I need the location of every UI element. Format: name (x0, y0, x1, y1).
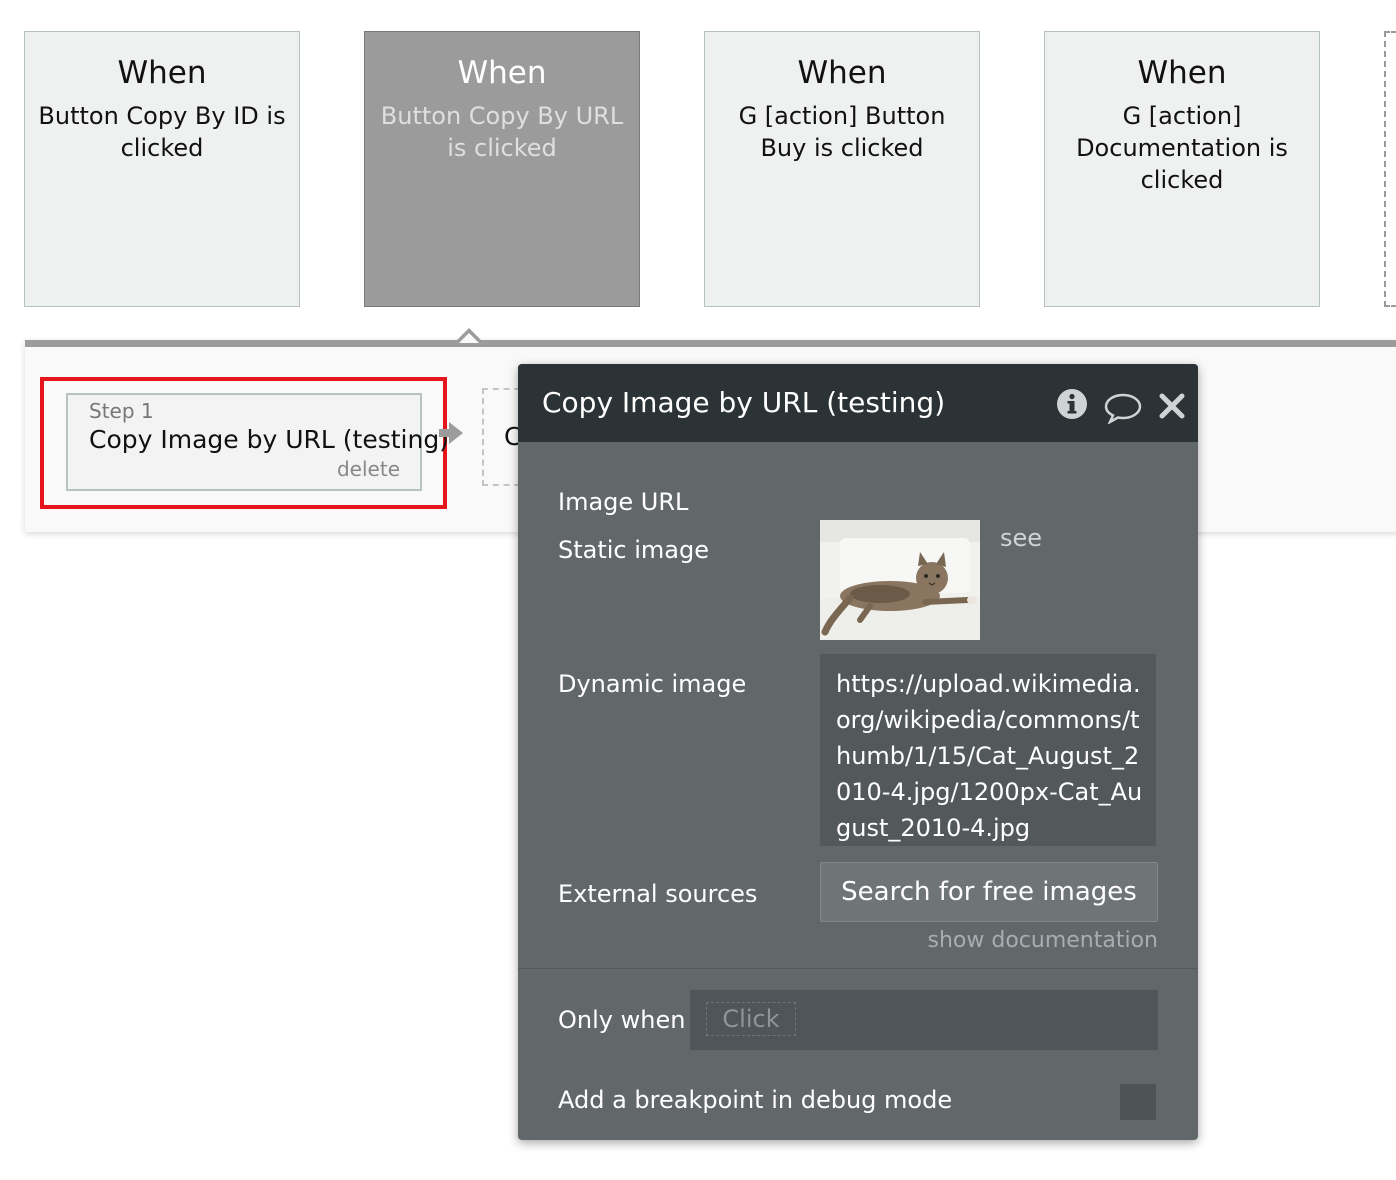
event-card-documentation[interactable]: When G [action] Documentation is clicked (1044, 31, 1320, 307)
add-event-placeholder[interactable] (1384, 31, 1396, 307)
workflow-step-1[interactable]: Step 1 Copy Image by URL (testing) delet… (66, 393, 449, 491)
comment-icon[interactable] (1104, 392, 1142, 424)
image-url-label: Image URL (558, 488, 689, 516)
info-icon[interactable] (1056, 388, 1088, 420)
step-delete-link[interactable]: delete (337, 457, 400, 481)
event-description: Button Copy By ID is clicked (38, 102, 286, 162)
only-when-placeholder[interactable]: Click (706, 1002, 796, 1036)
arrow-right-icon (439, 422, 463, 444)
only-when-label: Only when (558, 1006, 686, 1034)
external-sources-label: External sources (558, 880, 758, 908)
step-title: Copy Image by URL (testing) (89, 425, 449, 454)
event-card-button-buy[interactable]: When G [action] Button Buy is clicked (704, 31, 980, 307)
event-card-copy-by-url[interactable]: When Button Copy By URL is clicked (364, 31, 640, 307)
breakpoint-label: Add a breakpoint in debug mode (558, 1086, 953, 1114)
panel-header: Copy Image by URL (testing) (518, 364, 1198, 442)
action-property-panel: Copy Image by URL (testing) Image URL St… (518, 364, 1198, 1140)
event-when-label: When (457, 55, 547, 91)
static-image-label: Static image (558, 536, 710, 564)
dynamic-image-label: Dynamic image (558, 670, 747, 698)
event-card-copy-by-id[interactable]: When Button Copy By ID is clicked (24, 31, 300, 307)
step-number-label: Step 1 (89, 399, 154, 423)
close-icon[interactable] (1158, 392, 1186, 420)
panel-title: Copy Image by URL (testing) (542, 386, 946, 419)
show-documentation-link[interactable]: show documentation (928, 928, 1158, 953)
event-description: G [action] Documentation is clicked (1076, 102, 1288, 194)
panel-divider (518, 968, 1198, 969)
static-image-thumbnail[interactable] (820, 520, 980, 640)
dynamic-image-input[interactable]: https://upload.wikimedia.org/wikipedia/c… (820, 654, 1156, 846)
breakpoint-checkbox[interactable] (1120, 1084, 1156, 1120)
search-free-images-button[interactable]: Search for free images (820, 862, 1158, 922)
event-when-label: When (117, 55, 207, 91)
cat-image (820, 520, 980, 640)
only-when-condition-field[interactable]: Click (690, 990, 1158, 1050)
selected-event-pointer-inner (459, 333, 479, 343)
event-when-label: When (1137, 55, 1227, 91)
see-image-link[interactable]: see (1000, 524, 1042, 552)
event-description: G [action] Button Buy is clicked (738, 102, 946, 162)
event-when-label: When (797, 55, 887, 91)
event-description: Button Copy By URL is clicked (380, 102, 624, 162)
